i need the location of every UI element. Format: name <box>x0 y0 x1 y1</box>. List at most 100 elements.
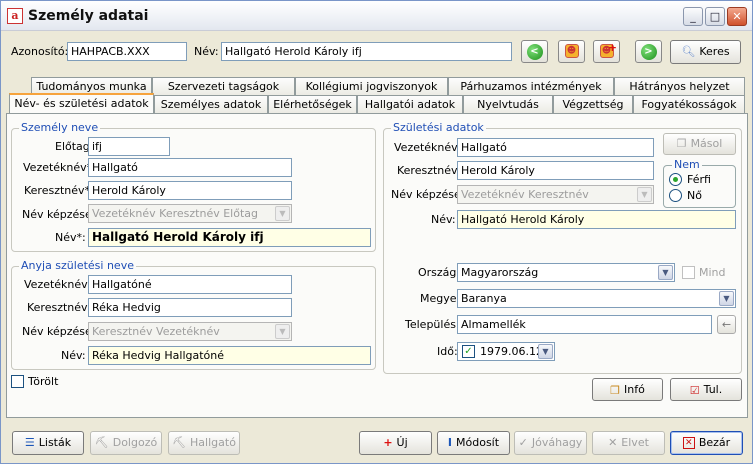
chevron-down-icon: ▼ <box>658 265 673 280</box>
tab-parhuzamos-intezmenyek[interactable]: Párhuzamos intézmények <box>448 77 614 95</box>
gender-male-radio[interactable] <box>669 173 682 186</box>
tab-kollegiumi-jogviszonyok[interactable]: Kollégiumi jogviszonyok <box>295 77 448 95</box>
tab-hatranyos-helyzet[interactable]: Hátrányos helyzet <box>614 77 745 95</box>
deleted-label: Törölt <box>28 375 59 388</box>
modify-button[interactable]: I Módosít <box>437 431 510 455</box>
full-name-field: Hallgató Herold Károly ifj <box>88 228 371 247</box>
name-format-label: Név képzése: <box>22 208 96 221</box>
name-format-select[interactable]: Vezetéknév Keresztnév Előtag ▼ <box>88 204 292 223</box>
chevron-down-icon: ▼ <box>538 344 553 359</box>
mother-first-name-label: Keresztnév: <box>27 301 91 314</box>
person-name-title: Személy neve <box>19 121 101 134</box>
properties-button[interactable]: ☑ Tul. <box>670 378 742 401</box>
mother-name-format-value: Keresztnév Vezetéknév <box>92 325 220 338</box>
person-button[interactable]: ☻ <box>558 40 585 63</box>
mother-full-name-label: Név: <box>61 349 86 362</box>
next-record-button[interactable]: > <box>635 40 662 63</box>
country-label: Ország: <box>418 266 461 279</box>
new-button-label: Új <box>396 436 408 449</box>
birth-name-format-select[interactable]: Vezetéknév Keresztnév ▼ <box>457 185 654 204</box>
approve-button[interactable]: ✓ Jóváhagy <box>514 431 587 455</box>
search-icon: 🔍︎ <box>681 45 696 58</box>
student-button[interactable]: ⛏ Hallgató <box>168 431 240 455</box>
reject-button-label: Elvet <box>621 436 649 449</box>
student-icon: ⛏ <box>172 436 187 449</box>
prev-record-button[interactable]: < <box>521 40 548 63</box>
county-label: Megye: <box>420 292 461 305</box>
approve-button-label: Jóváhagy <box>531 436 583 449</box>
reject-button[interactable]: ✕ Elvet <box>592 431 665 455</box>
name-format-value: Vezetéknév Keresztnév Előtag <box>92 207 258 220</box>
county-value: Baranya <box>461 292 507 305</box>
info-button[interactable]: ❐ Infó <box>592 378 663 401</box>
gender-female-radio[interactable] <box>669 189 682 202</box>
check-icon: ✓ <box>518 436 528 449</box>
city-field[interactable]: Almamellék <box>457 315 712 334</box>
close-button-label: Bezár <box>698 436 731 449</box>
tab-szemelyes-adatok[interactable]: Személyes adatok <box>154 95 268 113</box>
country-select[interactable]: Magyarország ▼ <box>457 263 675 282</box>
country-value: Magyarország <box>461 266 539 279</box>
lists-button-label: Listák <box>38 436 72 449</box>
tab-szervezeti-tagsagok[interactable]: Szervezeti tagságok <box>152 77 295 95</box>
new-button[interactable]: + Új <box>359 431 432 455</box>
id-label: Azonosító: <box>11 45 69 58</box>
tab-nev-es-szuletesi-adatok[interactable]: Név- és születési adatok <box>9 93 154 113</box>
copy-icon: ❐ <box>676 137 687 150</box>
close-icon: ✕ <box>682 437 695 449</box>
birth-full-name-label: Név: <box>431 213 456 226</box>
person-icon: ☻ <box>564 44 579 58</box>
birth-first-name-field[interactable]: Herold Károly <box>457 161 654 180</box>
minimize-button[interactable]: _ <box>683 7 703 26</box>
county-select[interactable]: Baranya ▼ <box>457 289 736 308</box>
close-window-button[interactable]: ✕ <box>727 7 747 26</box>
mother-full-name-field: Réka Hedvig Hallgatóné <box>88 346 371 365</box>
name-field[interactable]: Hallgató Herold Károly ifj <box>221 42 512 61</box>
birth-date-checkbox[interactable]: ✓ <box>462 345 475 358</box>
tab-fogyatekossagok[interactable]: Fogyatékosságok <box>633 95 745 113</box>
first-name-field[interactable]: Herold Károly <box>88 181 292 200</box>
info-button-label: Infó <box>624 383 645 396</box>
tab-hallgatoi-adatok[interactable]: Hallgatói adatok <box>357 95 463 113</box>
city-lookup-button[interactable]: ← <box>717 315 736 334</box>
mother-name-format-select[interactable]: Keresztnév Vezetéknév ▼ <box>88 322 292 341</box>
modify-button-label: Módosít <box>456 436 500 449</box>
birth-data-title: Születési adatok <box>391 121 486 134</box>
gender-male-label: Férfi <box>687 173 711 186</box>
all-countries-label: Mind <box>699 266 726 279</box>
x-icon: ✕ <box>608 436 618 449</box>
close-button[interactable]: ✕ Bezár <box>670 431 743 455</box>
all-countries-checkbox[interactable] <box>682 266 695 279</box>
id-field[interactable]: HAHPACB.XXX <box>67 42 187 61</box>
birth-last-name-field[interactable]: Hallgató <box>457 138 654 157</box>
arrow-left-icon: ← <box>721 318 732 331</box>
chevron-down-icon: ▼ <box>275 324 290 339</box>
birth-last-name-label: Vezetéknév: <box>394 141 461 154</box>
birth-name-format-value: Vezetéknév Keresztnév <box>461 188 589 201</box>
list-icon: ☰ <box>24 436 35 449</box>
tab-elerhetosegek[interactable]: Elérhetőségek <box>268 95 357 113</box>
copy-button[interactable]: ❐ Másol <box>663 133 736 155</box>
mother-last-name-field[interactable]: Hallgatóné <box>88 275 292 294</box>
worker-icon: ⛏ <box>94 436 109 449</box>
gender-title: Nem <box>672 158 702 171</box>
plus-icon: + <box>383 436 393 449</box>
search-button-label: Keres <box>699 45 730 58</box>
deleted-checkbox[interactable] <box>11 375 24 388</box>
tab-vegzettseg[interactable]: Végzettség <box>553 95 633 113</box>
birth-full-name-field: Hallgató Herold Károly <box>457 210 736 229</box>
checkmark-icon: ☑ <box>689 383 700 397</box>
add-person-button[interactable]: ☻ + <box>593 40 620 63</box>
first-name-label: Keresztnév*: <box>24 184 94 197</box>
tab-nyelvtudas[interactable]: Nyelvtudás <box>463 95 553 113</box>
prefix-field[interactable]: ifj <box>88 137 170 156</box>
search-button[interactable]: 🔍︎ Keres <box>670 40 741 64</box>
worker-button-label: Dolgozó <box>112 436 158 449</box>
worker-button[interactable]: ⛏ Dolgozó <box>90 431 162 455</box>
last-name-field[interactable]: Hallgató <box>88 158 292 177</box>
mother-first-name-field[interactable]: Réka Hedvig <box>88 298 292 317</box>
maximize-button[interactable]: □ <box>705 7 725 26</box>
birth-date-picker[interactable]: ✓ 1979.06.12. ▼ <box>457 342 555 361</box>
lists-button[interactable]: ☰ Listák <box>12 431 84 455</box>
mother-name-group: Anyja születési neve Vezetéknév: Hallgat… <box>11 259 376 370</box>
